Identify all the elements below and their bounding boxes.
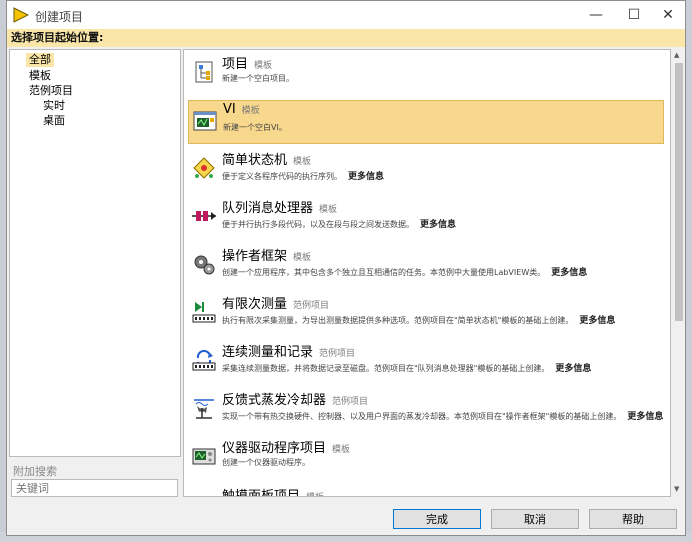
template-item-continuous-measurement-logging[interactable]: 连续测量和记录 范例项目 采集连续测量数据，并将数据记录至磁盘。范例项目在"队列消… bbox=[188, 340, 664, 384]
template-name: 有限次测量 范例项目 bbox=[222, 297, 330, 312]
title-bar: 创建项目 — ☐ ✕ bbox=[7, 1, 685, 29]
template-description: 创建一个仪器驱动程序。 bbox=[222, 458, 310, 467]
more-info-link[interactable]: 更多信息 bbox=[579, 316, 615, 326]
start-location-label: 选择项目起始位置: bbox=[7, 29, 685, 47]
instrument-driver-icon bbox=[192, 448, 216, 465]
template-description: 采集连续测量数据，并将数据记录至磁盘。范例项目在"队列消息处理器"模板的基础上创… bbox=[222, 364, 592, 374]
template-list: 项目 模板 新建一个空白项目。 VI 模板 新建一个空白VI。 简单状态机 模板 便 bbox=[183, 49, 671, 497]
template-name: 反馈式蒸发冷却器 范例项目 bbox=[222, 393, 369, 408]
maximize-button[interactable]: ☐ bbox=[615, 1, 653, 29]
minimize-button[interactable]: — bbox=[577, 1, 615, 29]
category-tree: 全部 模板 范例项目 实时 桌面 bbox=[9, 49, 181, 457]
template-name: 项目 模板 bbox=[222, 57, 273, 72]
template-type: 模板 bbox=[241, 106, 260, 116]
template-type: 模板 bbox=[293, 157, 312, 167]
finish-button[interactable]: 完成 bbox=[393, 509, 481, 529]
template-description: 创建一个应用程序，其中包含多个独立且互相通信的任务。本范例中大量使用LabVIE… bbox=[222, 268, 588, 278]
template-type: 范例项目 bbox=[332, 397, 369, 407]
more-info-link[interactable]: 更多信息 bbox=[555, 364, 591, 374]
template-description: 新建一个空白项目。 bbox=[222, 74, 294, 83]
more-info-link[interactable]: 更多信息 bbox=[348, 172, 384, 182]
window-title: 创建项目 bbox=[35, 10, 84, 24]
maximize-icon: ☐ bbox=[627, 7, 641, 23]
template-name: 队列消息处理器 模板 bbox=[222, 201, 338, 216]
help-button[interactable]: 帮助 bbox=[589, 509, 677, 529]
keyword-search-input[interactable] bbox=[11, 479, 178, 497]
tree-item-templates[interactable]: 模板 bbox=[26, 69, 54, 83]
cooler-fan-icon bbox=[194, 399, 214, 419]
template-type: 模板 bbox=[332, 445, 351, 455]
scroll-down-icon[interactable]: ▼ bbox=[674, 485, 679, 493]
template-type: 模板 bbox=[293, 253, 312, 263]
close-button[interactable]: ✕ bbox=[649, 1, 687, 29]
template-item-vi[interactable]: VI 模板 新建一个空白VI。 bbox=[188, 100, 664, 144]
minimize-icon: — bbox=[589, 7, 603, 23]
template-item-simple-state-machine[interactable]: 简单状态机 模板 便于定义各程序代码的执行序列。 更多信息 bbox=[188, 148, 664, 192]
gears-icon bbox=[194, 255, 215, 275]
finite-measurement-icon bbox=[192, 302, 216, 323]
tree-item-desktop[interactable]: 桌面 bbox=[40, 114, 68, 128]
template-name: 触摸面板项目模板 bbox=[222, 485, 324, 496]
additional-search-label: 附加搜索 bbox=[13, 465, 57, 478]
more-info-link[interactable]: 更多信息 bbox=[627, 412, 663, 422]
template-item-project[interactable]: 项目 模板 新建一个空白项目。 bbox=[188, 52, 664, 96]
create-project-dialog: 创建项目 — ☐ ✕ 选择项目起始位置: 全部 模板 范例项目 实时 桌面 附加… bbox=[6, 0, 686, 536]
continuous-logging-icon bbox=[192, 349, 216, 371]
template-name: 简单状态机 模板 bbox=[222, 153, 312, 168]
template-name: VI 模板 bbox=[223, 102, 260, 117]
template-description: 便于定义各程序代码的执行序列。 更多信息 bbox=[222, 172, 385, 182]
template-name: 操作者框架 模板 bbox=[222, 249, 312, 264]
cancel-button[interactable]: 取消 bbox=[491, 509, 579, 529]
template-type: 范例项目 bbox=[319, 349, 356, 359]
project-icon bbox=[195, 61, 213, 83]
template-description: 执行有限次采集测量，为导出测量数据提供多种选项。范例项目在"简单状态机"模板的基… bbox=[222, 316, 616, 326]
template-name: 仪器驱动程序项目 模板 bbox=[222, 441, 351, 456]
scrollbar-thumb[interactable] bbox=[675, 63, 683, 321]
template-description: 实现一个带有热交换硬件、控制器、以及用户界面的蒸发冷却器。本范例项目在"操作者框… bbox=[222, 412, 664, 422]
state-machine-icon bbox=[193, 157, 215, 179]
template-type: 模板 bbox=[319, 205, 338, 215]
template-item-instrument-driver[interactable]: 仪器驱动程序项目 模板 创建一个仪器驱动程序。 bbox=[188, 436, 664, 480]
template-item-evaporative-cooler[interactable]: 反馈式蒸发冷却器 范例项目 实现一个带有热交换硬件、控制器、以及用户界面的蒸发冷却… bbox=[188, 388, 664, 432]
tree-item-realtime[interactable]: 实时 bbox=[40, 99, 68, 113]
labview-app-icon bbox=[13, 7, 29, 23]
tree-item-all[interactable]: 全部 bbox=[26, 53, 54, 67]
template-item-finite-measurement[interactable]: 有限次测量 范例项目 执行有限次采集测量，为导出测量数据提供多种选项。范例项目在"… bbox=[188, 292, 664, 336]
close-icon: ✕ bbox=[662, 7, 674, 23]
template-type: 范例项目 bbox=[293, 301, 330, 311]
more-info-link[interactable]: 更多信息 bbox=[551, 268, 587, 278]
template-item-touch-panel[interactable]: 触摸面板项目模板 bbox=[188, 484, 664, 496]
queued-message-handler-icon bbox=[192, 211, 216, 221]
template-type: 模板 bbox=[306, 493, 324, 496]
template-item-actor-framework[interactable]: 操作者框架 模板 创建一个应用程序，其中包含多个独立且互相通信的任务。本范例中大量… bbox=[188, 244, 664, 288]
template-type: 模板 bbox=[254, 61, 273, 71]
scroll-up-icon[interactable]: ▲ bbox=[674, 51, 679, 59]
template-item-queued-message-handler[interactable]: 队列消息处理器 模板 便于并行执行多段代码，以及在段与段之间发送数据。 更多信息 bbox=[188, 196, 664, 240]
template-description: 新建一个空白VI。 bbox=[223, 123, 287, 132]
template-description: 便于并行执行多段代码，以及在段与段之间发送数据。 更多信息 bbox=[222, 220, 457, 230]
tree-item-sample-projects[interactable]: 范例项目 bbox=[26, 84, 76, 98]
more-info-link[interactable]: 更多信息 bbox=[420, 220, 456, 230]
template-name: 连续测量和记录 范例项目 bbox=[222, 345, 356, 360]
vi-icon bbox=[193, 111, 217, 131]
